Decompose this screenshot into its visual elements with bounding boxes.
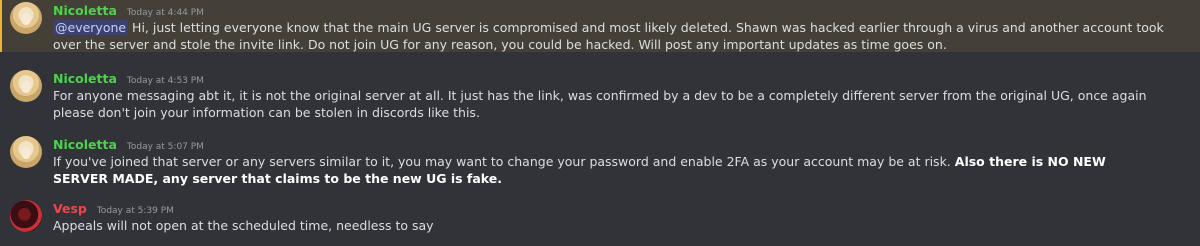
mention-highlight-bar: [0, 0, 2, 52]
message-text: If you've joined that server or any serv…: [53, 154, 955, 169]
avatar[interactable]: [10, 200, 42, 232]
message-header: Nicoletta Today at 5:07 PM: [53, 136, 1200, 153]
message-content: For anyone messaging abt it, it is not t…: [53, 87, 1163, 121]
message-header: Nicoletta Today at 4:44 PM: [53, 2, 1200, 19]
everyone-mention[interactable]: @everyone: [53, 20, 129, 35]
chat-message: Nicoletta Today at 4:53 PM For anyone me…: [0, 68, 1200, 120]
message-header: Nicoletta Today at 4:53 PM: [53, 70, 1200, 87]
message-timestamp[interactable]: Today at 5:07 PM: [127, 142, 204, 152]
message-header: Vesp Today at 5:39 PM: [53, 200, 1200, 217]
username[interactable]: Vesp: [53, 201, 87, 216]
avatar[interactable]: [10, 70, 42, 102]
chat-message: Nicoletta Today at 5:07 PM If you've joi…: [0, 134, 1200, 186]
message-timestamp[interactable]: Today at 4:44 PM: [127, 8, 204, 18]
avatar[interactable]: [10, 2, 42, 34]
message-content: @everyone Hi, just letting everyone know…: [53, 19, 1183, 53]
chat-message-list: Nicoletta Today at 4:44 PM @everyone Hi,…: [0, 0, 1200, 246]
username[interactable]: Nicoletta: [53, 71, 117, 86]
message-text: Hi, just letting everyone know that the …: [53, 20, 1164, 52]
username[interactable]: Nicoletta: [53, 137, 117, 152]
message-text: For anyone messaging abt it, it is not t…: [53, 88, 1147, 120]
message-text: Appeals will not open at the scheduled t…: [53, 218, 434, 233]
chat-message: Vesp Today at 5:39 PM Appeals will not o…: [0, 198, 1200, 238]
username[interactable]: Nicoletta: [53, 3, 117, 18]
message-content: Appeals will not open at the scheduled t…: [53, 217, 1200, 234]
avatar[interactable]: [10, 136, 42, 168]
message-content: If you've joined that server or any serv…: [53, 153, 1163, 187]
message-timestamp[interactable]: Today at 4:53 PM: [127, 76, 204, 86]
chat-message: Nicoletta Today at 4:44 PM @everyone Hi,…: [0, 0, 1200, 52]
message-timestamp[interactable]: Today at 5:39 PM: [97, 206, 174, 216]
